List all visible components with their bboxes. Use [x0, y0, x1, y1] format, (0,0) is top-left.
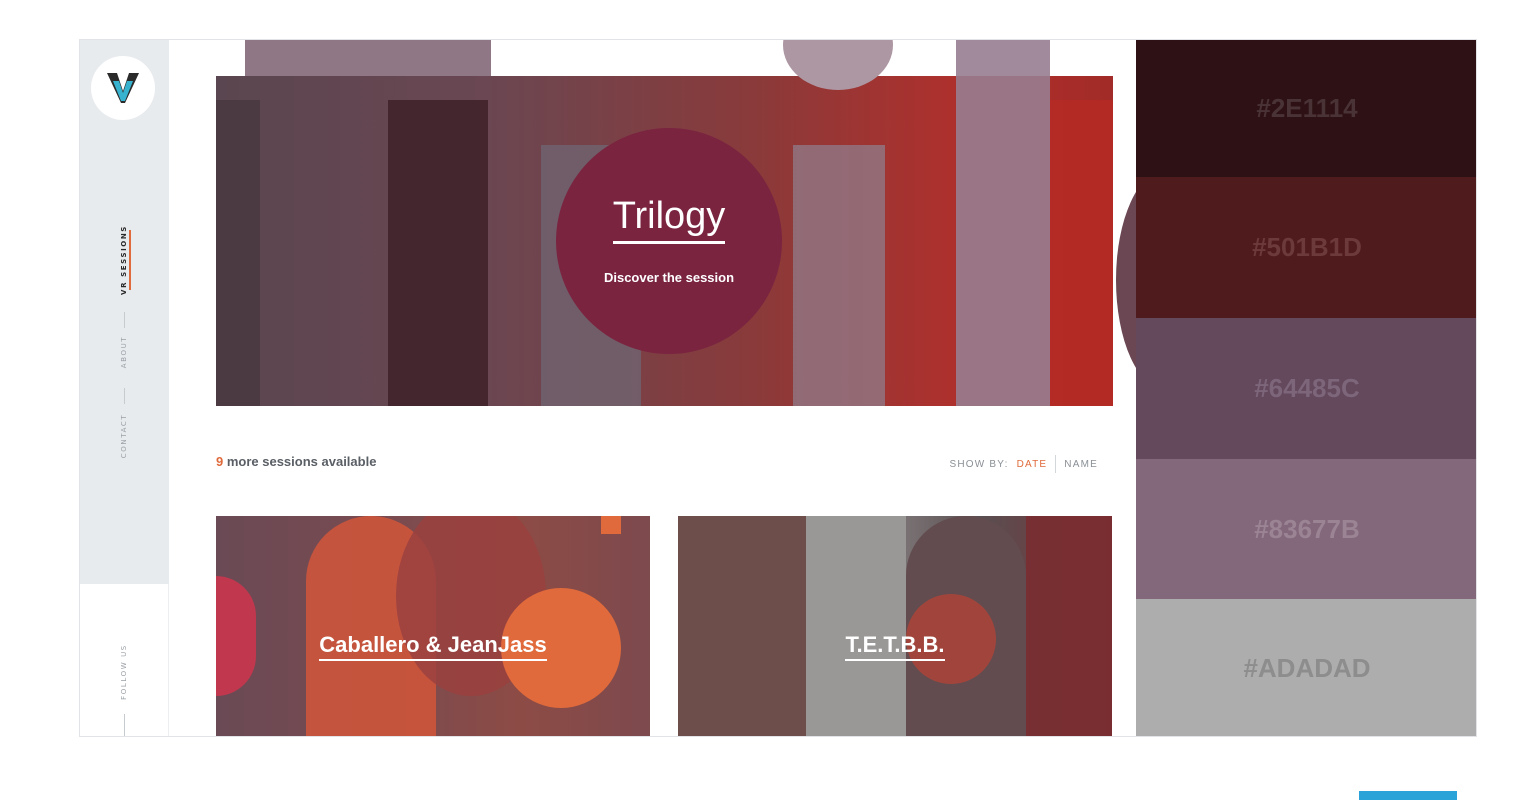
logo[interactable]	[91, 56, 155, 120]
sidebar-footer: FOLLOW US	[80, 584, 169, 736]
sort-by-name[interactable]: NAME	[1064, 459, 1098, 470]
palette-swatch: #ADADAD	[1136, 599, 1476, 736]
hero-decor-strip	[956, 40, 1050, 406]
color-palette: #2E1114 #501B1D #64485C #83677B #ADADAD	[1136, 40, 1476, 736]
app-frame: VR SESSIONS ABOUT CONTACT FOLLOW US Tril…	[79, 39, 1477, 737]
follow-line	[124, 714, 125, 736]
nav-item-vr-sessions[interactable]: VR SESSIONS	[120, 225, 128, 295]
sort-by-date[interactable]: DATE	[1017, 459, 1048, 470]
session-card-title-text: T.E.T.B.B.	[845, 632, 945, 661]
hero-banner[interactable]: Trilogy Discover the session	[185, 40, 1141, 406]
palette-swatch-label: #83677B	[1254, 513, 1360, 544]
palette-swatch: #501B1D	[1136, 177, 1476, 318]
sort-controls: SHOW BY: DATE NAME	[950, 455, 1099, 473]
card-decor-strip	[678, 516, 806, 736]
session-card-title-text: Caballero & JeanJass	[319, 632, 547, 661]
hero-decor-strip	[388, 100, 488, 406]
palette-swatch-label: #2E1114	[1256, 93, 1358, 123]
nav-item-contact[interactable]: CONTACT	[120, 414, 128, 458]
session-card[interactable]: Caballero & JeanJass	[216, 516, 650, 736]
show-by-label: SHOW BY:	[949, 458, 1009, 470]
hero-decor-strip	[793, 145, 885, 406]
active-nav-indicator	[129, 230, 131, 290]
hero-cta-circle[interactable]: Trilogy Discover the session	[556, 128, 782, 354]
session-card-title: T.E.T.B.B.	[678, 632, 1112, 661]
card-decor-strip	[1026, 516, 1112, 736]
card-decor-strip	[806, 516, 906, 736]
session-card-title: Caballero & JeanJass	[216, 632, 650, 661]
hero-decor-strip	[1050, 100, 1113, 406]
nav-item-about[interactable]: ABOUT	[120, 336, 128, 368]
card-decor-shape	[601, 516, 621, 534]
v-logo-icon	[107, 73, 139, 103]
palette-swatch: #83677B	[1136, 459, 1476, 599]
session-card[interactable]: T.E.T.B.B.	[678, 516, 1112, 736]
palette-swatch: #64485C	[1136, 318, 1476, 459]
sidebar: VR SESSIONS ABOUT CONTACT FOLLOW US	[80, 40, 169, 736]
follow-us-link[interactable]: FOLLOW US	[120, 644, 128, 700]
palette-swatch-label: #501B1D	[1252, 232, 1362, 262]
palette-swatch-label: #ADADAD	[1243, 653, 1371, 683]
hero-title: Trilogy	[612, 196, 726, 244]
hero-subtitle[interactable]: Discover the session	[604, 270, 734, 285]
nav-separator	[124, 312, 125, 328]
hero-decor-strip	[216, 100, 260, 406]
sessions-count: 9 more sessions available	[216, 454, 376, 469]
accent-bar	[1359, 791, 1457, 800]
palette-swatch-label: #64485C	[1254, 373, 1360, 403]
palette-swatch: #2E1114	[1136, 40, 1476, 177]
nav-separator	[124, 388, 125, 404]
sort-separator	[1055, 455, 1057, 473]
sessions-count-label: more sessions available	[223, 454, 377, 469]
